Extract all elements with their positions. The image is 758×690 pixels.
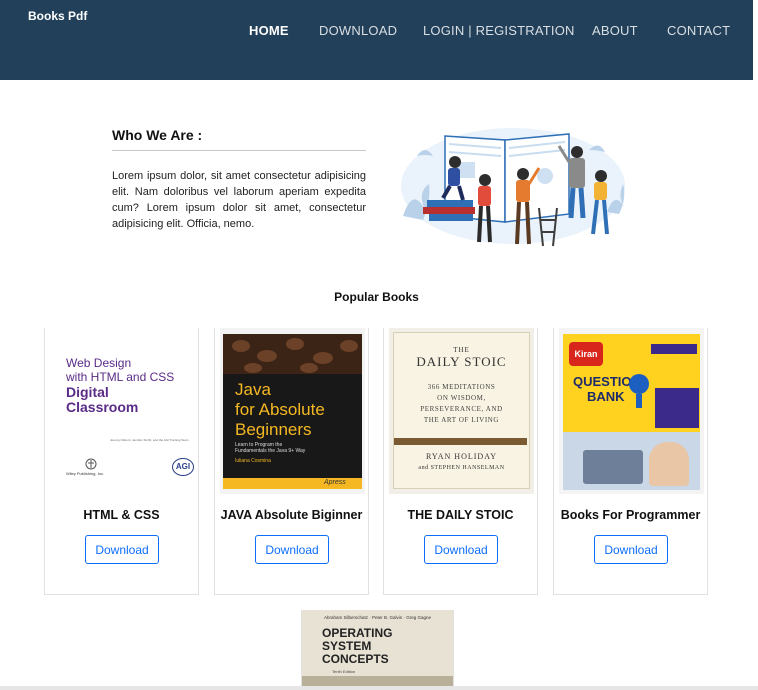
cover-title: THE DAILY STOIC — [393, 346, 530, 370]
cover-line: THE — [453, 346, 470, 354]
publisher-badge: Kiran — [569, 342, 603, 366]
download-button[interactable]: Download — [594, 535, 668, 564]
cover-title: Java for Absolute Beginners — [235, 380, 325, 440]
reading-illustration — [401, 128, 625, 247]
cover-line: PERSEVERANCE, AND — [420, 405, 503, 413]
book-card: Kiran QUESTION BANK Books For Programmer… — [553, 328, 708, 595]
book-cover-question-bank: Kiran QUESTION BANK — [559, 328, 704, 494]
cover-authors: Jeremy Osborn, Jennifer Smith, and the A… — [110, 438, 189, 442]
nav-home[interactable]: HOME — [249, 23, 289, 38]
cover-line: for Absolute — [235, 400, 325, 419]
book-title: THE DAILY STOIC — [407, 508, 514, 522]
book-cover-java: Java for Absolute Beginners Learn to Pro… — [220, 328, 365, 494]
book-card: Abraham Silberschatz · Peter B. Galvin ·… — [301, 610, 454, 690]
cover-line: Web Design with HTML and CSS — [66, 356, 174, 384]
about-divider — [112, 150, 366, 151]
cover-author: Iuliana Cosmina — [235, 458, 271, 464]
cover-line: Java — [235, 380, 271, 399]
book-title: Books For Programmer — [560, 508, 701, 522]
nav-about[interactable]: ABOUT — [592, 23, 638, 38]
book-card: THE DAILY STOIC 366 MEDITATIONS ON WISDO… — [383, 328, 538, 595]
navbar: Books Pdf HOME DOWNLOAD LOGIN | REGISTRA… — [0, 0, 753, 80]
book-card: Java for Absolute Beginners Learn to Pro… — [214, 328, 369, 595]
cover-line: THE ART OF LIVING — [423, 416, 500, 424]
download-button[interactable]: Download — [255, 535, 329, 564]
cover-publisher: Wiley Publishing, Inc. — [66, 471, 105, 476]
cover-line: with HTML and CSS — [66, 370, 175, 384]
cover-line: CONCEPTS — [322, 652, 389, 666]
cover-edition: Tenth Edition — [332, 669, 356, 674]
cover-bold-title: Digital Classroom — [66, 385, 138, 415]
cover-authors: Abraham Silberschatz · Peter B. Galvin ·… — [323, 615, 432, 620]
cover-publisher: Apress — [324, 479, 346, 486]
cover-line: Web Design — [66, 356, 132, 370]
cover-line: Beginners — [235, 420, 312, 439]
cover-line: Digital — [66, 384, 109, 400]
cover-band — [394, 438, 527, 445]
book-cover-html-css: Web Design with HTML and CSS Digital Cla… — [50, 328, 195, 494]
cover-line: 366 MEDITATIONS — [427, 383, 496, 391]
cover-panel — [655, 388, 699, 428]
person-shape — [649, 442, 689, 486]
cover-subtitle: 366 MEDITATIONS ON WISDOM, PERSEVERANCE,… — [393, 382, 530, 426]
cover-subtitle: Learn to Program the Fundamentals the Ja… — [235, 442, 306, 454]
nav-contact[interactable]: CONTACT — [667, 23, 730, 38]
nav-login-registration[interactable]: LOGIN | REGISTRATION — [423, 23, 575, 38]
laptop-shape — [583, 450, 643, 484]
agi-badge: AGI — [172, 458, 194, 476]
book-card: Web Design with HTML and CSS Digital Cla… — [44, 328, 199, 595]
cover-line: Classroom — [66, 399, 139, 415]
book-cover-daily-stoic: THE DAILY STOIC 366 MEDITATIONS ON WISDO… — [389, 328, 534, 494]
about-text: Lorem ipsum dolor, sit amet consectetur … — [112, 170, 366, 230]
wiley-logo-icon — [85, 458, 97, 470]
coffee-beans-icon — [223, 334, 362, 374]
download-button[interactable]: Download — [85, 535, 159, 564]
cover-photo — [563, 432, 700, 490]
about-title: Who We Are : — [112, 127, 203, 143]
book-title: HTML & CSS — [83, 508, 160, 522]
book-title: JAVA Absolute Biginner — [220, 508, 363, 522]
cover-line: DAILY STOIC — [416, 354, 507, 369]
popular-books-title: Popular Books — [334, 290, 419, 304]
cover-line: RYAN HOLIDAY — [425, 452, 498, 461]
download-button[interactable]: Download — [424, 535, 498, 564]
brand-logo[interactable]: Books Pdf — [28, 9, 87, 23]
cover-title: OPERATING SYSTEM CONCEPTS — [322, 627, 392, 666]
horizontal-scrollbar[interactable] — [0, 686, 758, 690]
question-mark-icon — [629, 374, 649, 408]
nav-download[interactable]: DOWNLOAD — [319, 23, 397, 38]
cover-tag — [651, 344, 697, 354]
book-cover-os-concepts: Abraham Silberschatz · Peter B. Galvin ·… — [302, 610, 453, 690]
cover-line: and STEPHEN HANSELMAN — [418, 465, 505, 471]
page-edge — [753, 0, 758, 690]
cover-authors: RYAN HOLIDAY and STEPHEN HANSELMAN — [393, 452, 530, 471]
cover-line: ON WISDOM, — [437, 394, 486, 402]
